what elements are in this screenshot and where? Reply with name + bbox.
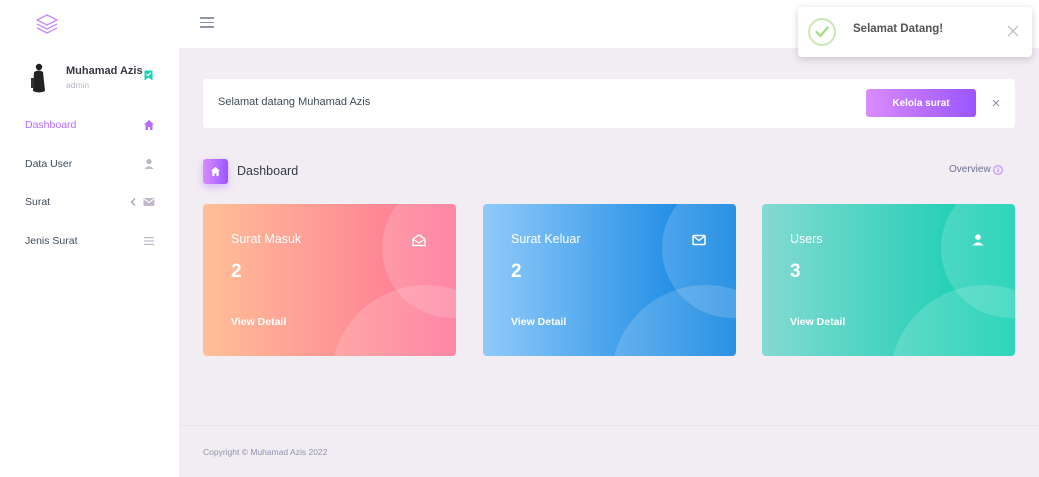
sidebar-item-data-user[interactable]: Data User	[0, 145, 179, 184]
view-detail-link[interactable]: View Detail	[511, 316, 566, 328]
envelope-icon	[692, 234, 706, 246]
bookmark-icon	[144, 70, 153, 81]
kelola-surat-button[interactable]: Kelola surat	[866, 89, 976, 117]
overview-link[interactable]: Overview	[949, 164, 1003, 175]
sidebar-item-label: Data User	[25, 157, 73, 170]
card-surat-keluar[interactable]: Surat Keluar 2 View Detail	[483, 204, 736, 356]
copyright-text: Copyright © Muhamad Azis 2022	[203, 447, 328, 457]
sidebar-item-label: Dashboard	[25, 119, 77, 132]
avatar[interactable]	[29, 62, 47, 94]
sidebar-item-surat[interactable]: Surat	[0, 183, 179, 222]
welcome-text: Selamat datang Muhamad Azis	[218, 96, 371, 108]
sidebar: Muhamad Azis admin Dashboard Data User S…	[0, 0, 179, 477]
info-circle-icon	[992, 164, 1003, 175]
list-icon	[144, 236, 154, 245]
toast-title: Selamat Datang!	[853, 23, 944, 35]
profile-role: admin	[66, 80, 90, 90]
card-decoration	[331, 285, 456, 356]
view-detail-link[interactable]: View Detail	[231, 316, 286, 328]
sidebar-item-jenis-surat[interactable]: Jenis Surat	[0, 222, 179, 261]
overview-label: Overview	[949, 164, 991, 175]
chevron-left-icon	[130, 198, 136, 207]
profile[interactable]: Muhamad Azis admin	[24, 60, 164, 96]
sidebar-item-label: Jenis Surat	[25, 234, 78, 247]
close-icon[interactable]	[1006, 24, 1020, 38]
user-icon	[972, 234, 984, 246]
card-value: 2	[231, 261, 242, 282]
footer: Copyright © Muhamad Azis 2022	[179, 425, 1039, 477]
page-title: Dashboard	[237, 164, 299, 178]
card-value: 3	[790, 261, 801, 282]
sidebar-nav: Dashboard Data User Surat Jenis Surat	[0, 106, 179, 260]
card-title: Surat Masuk	[231, 232, 302, 246]
check-circle-icon	[808, 18, 836, 46]
close-icon[interactable]	[990, 97, 1002, 109]
user-icon	[144, 159, 154, 169]
hamburger-icon[interactable]	[200, 17, 214, 29]
sidebar-item-dashboard[interactable]: Dashboard	[0, 106, 179, 145]
card-decoration	[890, 285, 1015, 356]
layers-icon[interactable]	[36, 14, 58, 34]
home-icon	[210, 166, 221, 177]
card-title: Users	[790, 232, 823, 246]
card-surat-masuk[interactable]: Surat Masuk 2 View Detail	[203, 204, 456, 356]
card-title: Surat Keluar	[511, 232, 581, 246]
profile-name: Muhamad Azis	[66, 65, 143, 77]
card-users[interactable]: Users 3 View Detail	[762, 204, 1015, 356]
toast-notification: Selamat Datang!	[798, 7, 1032, 57]
brand[interactable]	[0, 0, 179, 48]
envelope-icon	[143, 198, 155, 207]
card-value: 2	[511, 261, 522, 282]
envelope-open-icon	[412, 234, 426, 247]
view-detail-link[interactable]: View Detail	[790, 316, 845, 328]
page-title-icon	[203, 159, 228, 184]
home-icon	[144, 120, 154, 131]
welcome-alert: Selamat datang Muhamad Azis Kelola surat	[203, 79, 1015, 128]
card-decoration	[611, 285, 736, 356]
sidebar-item-label: Surat	[25, 196, 51, 209]
